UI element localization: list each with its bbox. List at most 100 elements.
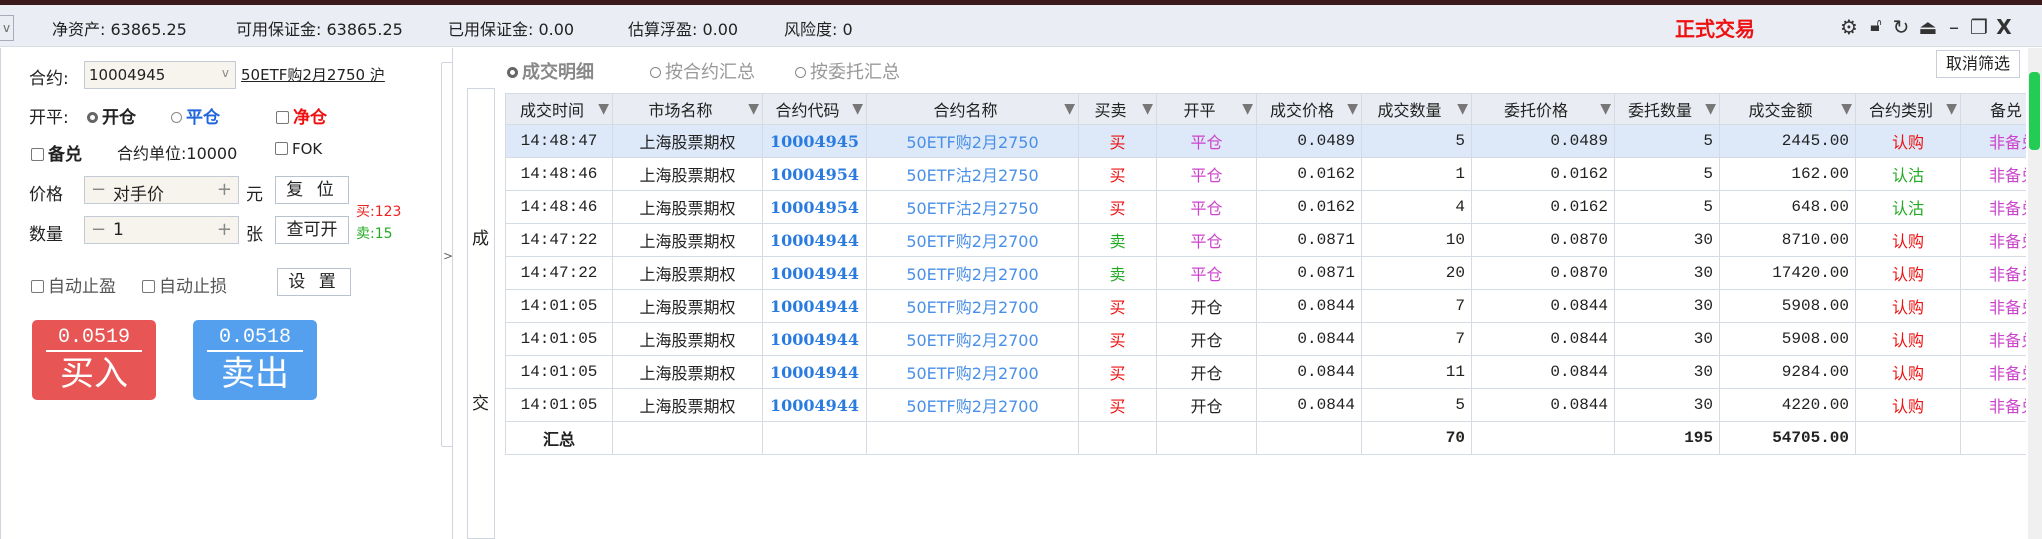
column-header[interactable]: 买卖 ▼: [1078, 93, 1157, 125]
cell-1: 上海股票期权: [612, 190, 763, 224]
auto-stop-loss-checkbox[interactable]: 自动止损: [142, 272, 227, 297]
openclose-label: 开平:: [29, 108, 69, 128]
account-bar: v 净资产: 63865.25 可用保证金: 63865.25 已用保证金: 0…: [0, 5, 2042, 47]
cell-6: 0.0871: [1256, 256, 1362, 290]
radio-close[interactable]: 平仓: [171, 103, 220, 128]
column-header[interactable]: 开平 ▼: [1156, 93, 1257, 125]
plus-icon[interactable]: +: [217, 219, 232, 240]
net-position-checkbox[interactable]: 净仓: [276, 103, 327, 128]
filter-icon[interactable]: ▼: [748, 101, 759, 117]
query-openable-button[interactable]: 查可开: [275, 216, 349, 244]
column-header[interactable]: 成交数量 ▼: [1361, 93, 1472, 125]
cell-7: 7: [1361, 322, 1472, 356]
cell-1: 上海股票期权: [612, 289, 763, 323]
cell-0: 14:48:46: [505, 157, 613, 191]
account-dropdown[interactable]: v: [0, 15, 14, 41]
contract-value: 10004945: [89, 66, 166, 84]
radio-by-contract[interactable]: 按合约汇总: [650, 58, 755, 84]
filter-icon[interactable]: ▼: [1600, 101, 1611, 117]
cell-4: 卖: [1078, 223, 1157, 257]
cell-6: 0.0162: [1256, 157, 1362, 191]
summary-trade_qty: 70: [1361, 421, 1472, 455]
summary-row: 汇总 70 195 54705.00: [505, 421, 2026, 455]
summary-amount: 54705.00: [1719, 421, 1856, 455]
auto-take-profit-checkbox[interactable]: 自动止盈: [31, 272, 116, 297]
covered-checkbox[interactable]: 备兑: [31, 140, 82, 165]
column-header[interactable]: 合约类别 ▼: [1855, 93, 1961, 125]
filter-icon[interactable]: ▼: [852, 101, 863, 117]
column-header[interactable]: 委托数量 ▼: [1614, 93, 1720, 125]
contract-select[interactable]: 10004945 v: [84, 61, 236, 89]
table-row[interactable]: 14:01:05 上海股票期权 10004944 50ETF购2月2700 买开仓 0.0…: [505, 322, 2026, 356]
filter-icon[interactable]: ▼: [1242, 101, 1253, 117]
order-panel: 合约: 10004945 v 50ETF购2月2750 沪 开平: 开仓 平仓 …: [0, 48, 453, 539]
cell-6: 0.0871: [1256, 223, 1362, 257]
cell-10: 17420.00: [1719, 256, 1856, 290]
contract-name-link[interactable]: 50ETF购2月2750 沪: [241, 64, 385, 85]
cell-5: 平仓: [1156, 124, 1257, 158]
table-row[interactable]: 14:47:22 上海股票期权 10004944 50ETF购2月2700 卖平仓 0.0…: [505, 223, 2026, 257]
column-header-label: 市场名称: [648, 101, 713, 120]
cell-0: 14:01:05: [505, 322, 613, 356]
table-row[interactable]: 14:48:46 上海股票期权 10004954 50ETF沽2月2750 买平仓 0.0…: [505, 157, 2026, 191]
plus-icon[interactable]: +: [217, 179, 232, 200]
sell-button[interactable]: 0.0518 卖出: [193, 320, 317, 400]
settings-button[interactable]: 设 置: [277, 268, 351, 296]
cell-11: 认购: [1855, 124, 1961, 158]
restore-icon[interactable]: ❐: [1968, 15, 1990, 39]
price-stepper[interactable]: − 对手价 +: [84, 176, 239, 205]
eject-icon[interactable]: ⏏: [1917, 15, 1939, 39]
cell-11: 认购: [1855, 256, 1961, 290]
table-row[interactable]: 14:01:05 上海股票期权 10004944 50ETF购2月2700 买开仓 0.0…: [505, 289, 2026, 323]
filter-icon[interactable]: ▼: [598, 101, 609, 117]
cell-9: 30: [1614, 388, 1720, 422]
close-icon[interactable]: X: [1993, 15, 2015, 39]
column-header[interactable]: 合约代码 ▼: [762, 93, 867, 125]
cell-8: 0.0844: [1471, 355, 1615, 389]
cell-9: 5: [1614, 190, 1720, 224]
column-header[interactable]: 委托价格 ▼: [1471, 93, 1615, 125]
cell-3: 50ETF购2月2700: [866, 256, 1079, 290]
table-row[interactable]: 14:48:46 上海股票期权 10004954 50ETF沽2月2750 买平仓 0.0…: [505, 190, 2026, 224]
table-row[interactable]: 14:47:22 上海股票期权 10004944 50ETF购2月2700 卖平仓 0.0…: [505, 256, 2026, 290]
table-row[interactable]: 14:01:05 上海股票期权 10004944 50ETF购2月2700 买开仓 0.0…: [505, 355, 2026, 389]
column-header[interactable]: 市场名称 ▼: [612, 93, 763, 125]
scrollbar-thumb[interactable]: [2029, 72, 2040, 150]
column-header[interactable]: 成交时间 ▼: [505, 93, 613, 125]
refresh-icon[interactable]: ↻: [1890, 15, 1912, 39]
filter-icon[interactable]: ▼: [1457, 101, 1468, 117]
reset-button[interactable]: 复 位: [275, 176, 349, 204]
minus-icon[interactable]: −: [91, 219, 106, 240]
collapse-panel-button[interactable]: >: [441, 62, 453, 447]
minus-icon[interactable]: −: [91, 179, 106, 200]
column-header[interactable]: 备兑: [1960, 93, 2026, 125]
qty-stepper[interactable]: − 1 +: [84, 216, 239, 244]
cell-8: 0.0162: [1471, 190, 1615, 224]
cell-3: 50ETF沽2月2750: [866, 157, 1079, 191]
gear-icon[interactable]: ⚙: [1838, 15, 1860, 39]
fok-checkbox[interactable]: FOK: [275, 140, 322, 158]
radio-open[interactable]: 开仓: [87, 103, 136, 128]
table-row[interactable]: 14:48:47 上海股票期权 10004945 50ETF购2月2750 买平仓 0.0…: [505, 124, 2026, 158]
radio-trade-detail[interactable]: 成交明细: [507, 58, 594, 84]
filter-icon[interactable]: ▼: [1705, 101, 1716, 117]
buy-button[interactable]: 0.0519 买入: [32, 320, 156, 400]
vertical-tab-trades[interactable]: 成 交: [467, 88, 495, 539]
column-header[interactable]: 成交金额 ▼: [1719, 93, 1856, 125]
column-header[interactable]: 成交价格 ▼: [1256, 93, 1362, 125]
summary-cell: [1471, 421, 1615, 455]
column-header[interactable]: 合约名称 ▼: [866, 93, 1079, 125]
filter-icon[interactable]: ▼: [1841, 101, 1852, 117]
cancel-filter-button[interactable]: 取消筛选: [1936, 50, 2020, 78]
radio-by-order[interactable]: 按委托汇总: [795, 58, 900, 84]
filter-icon[interactable]: ▼: [1946, 101, 1957, 117]
table-row[interactable]: 14:01:05 上海股票期权 10004944 50ETF购2月2700 买开仓 0.0…: [505, 388, 2026, 422]
cell-2: 10004944: [762, 322, 867, 356]
lock-icon[interactable]: 🔓︎: [1865, 15, 1887, 36]
cell-0: 14:47:22: [505, 256, 613, 290]
filter-icon[interactable]: ▼: [1142, 101, 1153, 117]
minimize-icon[interactable]: –: [1943, 15, 1965, 39]
cell-11: 认购: [1855, 322, 1961, 356]
filter-icon[interactable]: ▼: [1064, 101, 1075, 117]
filter-icon[interactable]: ▼: [1347, 101, 1358, 117]
